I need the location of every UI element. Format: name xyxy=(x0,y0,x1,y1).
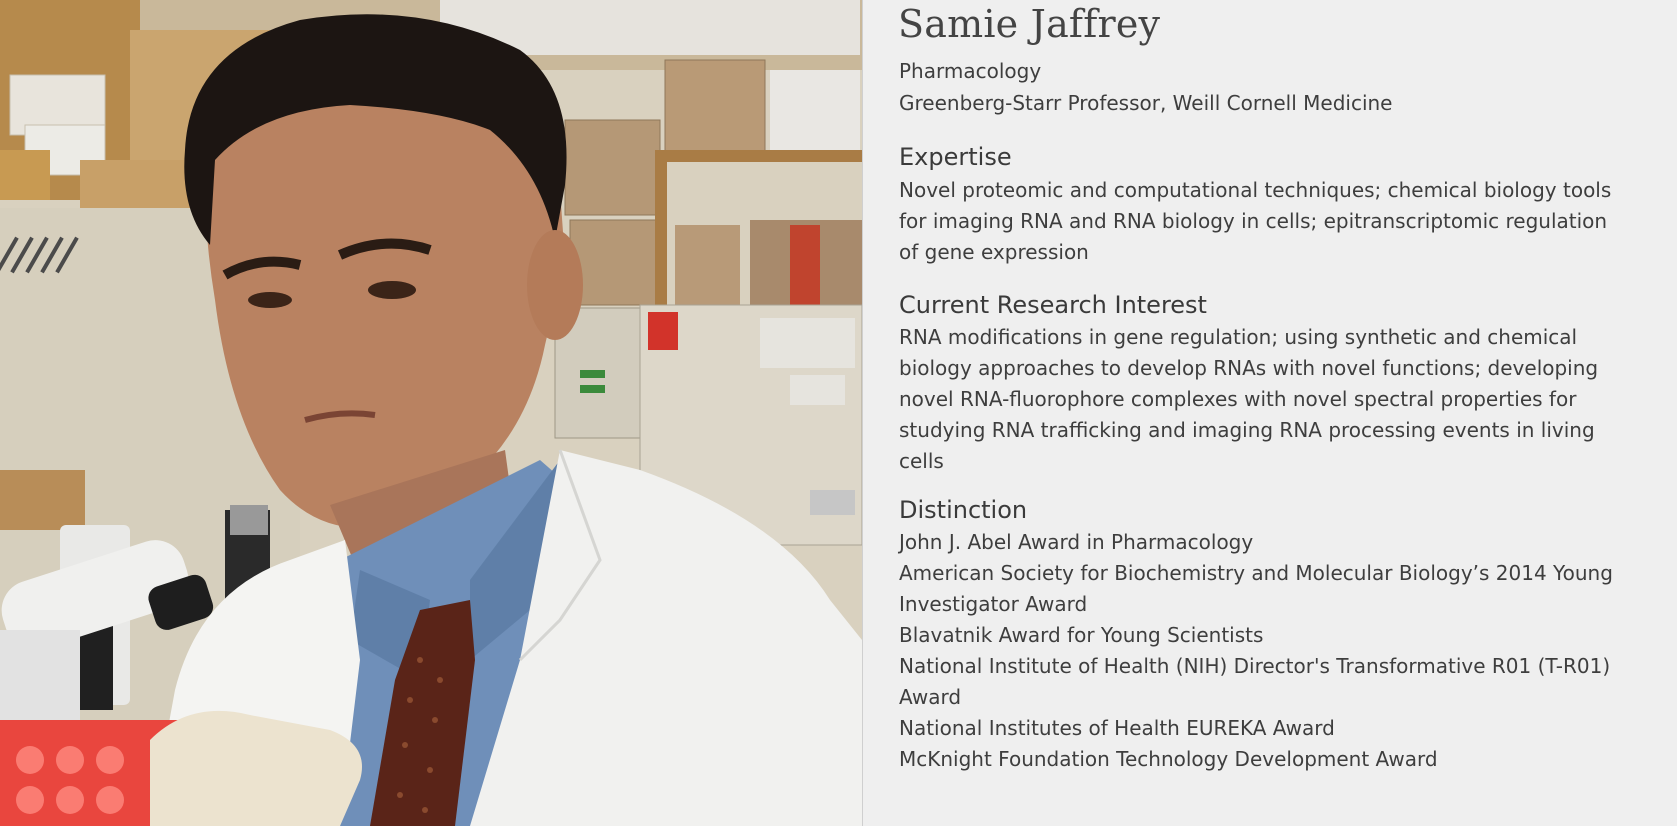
research-line: studying RNA trafficking and imaging RNA… xyxy=(899,418,1595,442)
research-heading: Current Research Interest xyxy=(899,291,1207,319)
distinction-item: Investigator Award xyxy=(899,592,1088,616)
distinction-item: Blavatnik Award for Young Scientists xyxy=(899,623,1264,647)
expertise-line: Novel proteomic and computational techni… xyxy=(899,178,1612,202)
distinction-item: Award xyxy=(899,685,962,709)
research-line: cells xyxy=(899,449,944,473)
portrait-photo xyxy=(0,0,862,826)
distinction-item: John J. Abel Award in Pharmacology xyxy=(899,530,1254,554)
distinction-item: National Institutes of Health EUREKA Awa… xyxy=(899,716,1335,740)
expertise-line: for imaging RNA and RNA biology in cells… xyxy=(899,209,1608,233)
person-name: Samie Jaffrey xyxy=(898,2,1161,46)
distinction-item: American Society for Biochemistry and Mo… xyxy=(899,561,1613,585)
distinction-heading: Distinction xyxy=(899,496,1028,524)
research-line: biology approaches to develop RNAs with … xyxy=(899,356,1599,380)
research-line: novel RNA-fluorophore complexes with nov… xyxy=(899,387,1577,411)
distinction-item: McKnight Foundation Technology Developme… xyxy=(899,747,1438,771)
distinction-list: John J. Abel Award in Pharmacology Ameri… xyxy=(899,527,1613,775)
bio-panel: Samie Jaffrey Pharmacology Greenberg-Sta… xyxy=(862,0,1677,826)
position-title: Greenberg-Starr Professor, Weill Cornell… xyxy=(899,91,1393,115)
department-label: Pharmacology xyxy=(899,59,1042,83)
profile-card: Samie Jaffrey Pharmacology Greenberg-Sta… xyxy=(0,0,1677,826)
research-text: RNA modifications in gene regulation; us… xyxy=(899,322,1598,477)
distinction-item: National Institute of Health (NIH) Direc… xyxy=(899,654,1611,678)
expertise-text: Novel proteomic and computational techni… xyxy=(899,175,1611,268)
expertise-line: of gene expression xyxy=(899,240,1089,264)
expertise-heading: Expertise xyxy=(899,143,1012,171)
research-line: RNA modifications in gene regulation; us… xyxy=(899,325,1578,349)
